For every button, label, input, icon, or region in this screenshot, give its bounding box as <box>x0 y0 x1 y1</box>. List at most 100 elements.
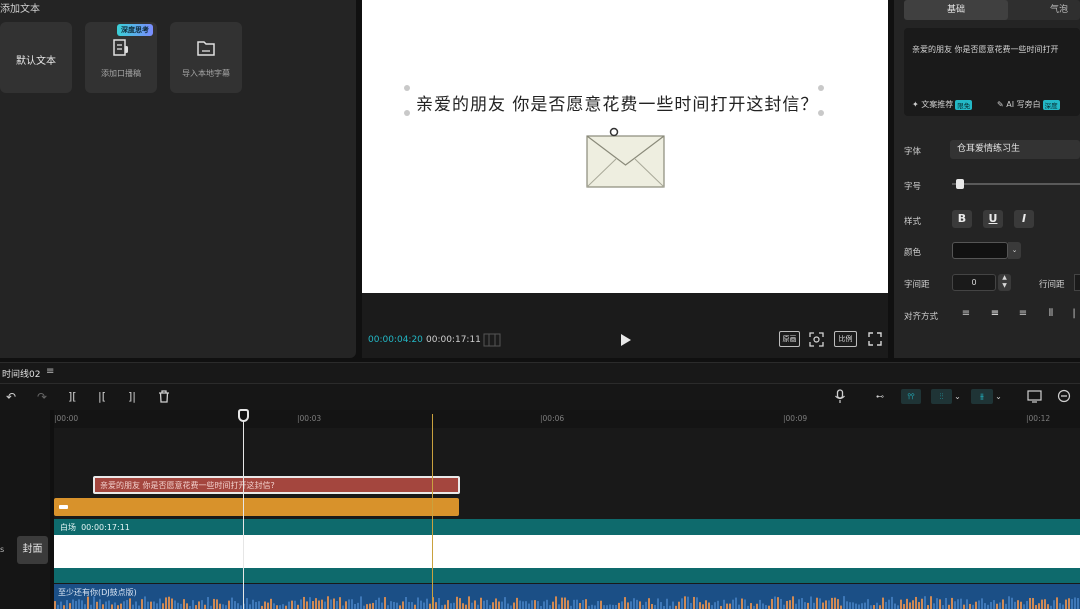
fit-view-icon[interactable] <box>808 331 825 348</box>
waveform-bar <box>1011 597 1013 609</box>
waveform-bar <box>1056 597 1058 609</box>
font-select[interactable]: 仓耳爱情练习生 <box>950 140 1080 159</box>
line-spacing-input[interactable] <box>1074 274 1080 291</box>
waveform-bar <box>621 601 623 609</box>
video-clip-duration: 00:00:17:11 <box>81 523 130 532</box>
italic-button[interactable]: I <box>1014 210 1034 228</box>
original-quality-button[interactable]: 原画 <box>779 331 800 347</box>
play-icon[interactable] <box>620 333 632 347</box>
add-script-card[interactable]: 深度思考 添加口播稿 <box>85 22 157 93</box>
color-picker[interactable] <box>952 242 1008 259</box>
waveform-bar <box>318 600 320 609</box>
waveform-bar <box>75 601 77 609</box>
grid-icon[interactable] <box>483 333 501 347</box>
waveform-bar <box>723 599 725 609</box>
waveform-bar <box>1038 603 1040 609</box>
link-icon[interactable]: ⊷ <box>871 389 889 404</box>
waveform-bar <box>561 597 563 609</box>
timeline-name[interactable]: 时间线02 <box>2 367 40 380</box>
chevron-down-icon[interactable]: ⌄ <box>994 389 1003 404</box>
default-text-card[interactable]: 默认文本 <box>0 22 72 93</box>
waveform-bar <box>759 599 761 609</box>
main-track-magnet-icon[interactable]: ⫯⫯ <box>901 389 921 404</box>
waveform-bar <box>597 601 599 609</box>
waveform-bar <box>891 596 893 609</box>
waveform-bar <box>81 600 83 609</box>
trim-right-icon[interactable]: ]| <box>128 390 136 403</box>
size-slider-thumb[interactable] <box>956 179 964 189</box>
rotate-handle-icon[interactable] <box>608 126 620 138</box>
size-slider-track[interactable] <box>952 183 1080 185</box>
waveform-bar <box>765 605 767 609</box>
cover-button[interactable]: 封面 <box>17 536 48 564</box>
snap-icon[interactable]: ⫶⫶ <box>931 389 952 404</box>
microphone-icon[interactable] <box>834 389 846 404</box>
waveform-bar <box>783 604 785 609</box>
redo-icon[interactable]: ↷ <box>37 390 47 404</box>
waveform-bar <box>936 598 938 609</box>
waveform-bar <box>690 602 692 609</box>
waveform-bar <box>237 603 239 609</box>
waveform-bar <box>93 596 95 609</box>
letter-spacing-input[interactable]: 0 <box>952 274 996 291</box>
waveform-bar <box>330 599 332 609</box>
resize-handle[interactable] <box>404 110 410 116</box>
align-right-icon[interactable]: ≡ <box>1012 306 1034 322</box>
delete-icon[interactable] <box>158 390 170 403</box>
tab-bubble[interactable]: 气泡 <box>1038 0 1080 20</box>
copy-recommend-button[interactable]: ✦ 文案推荐 限免 <box>912 99 973 110</box>
vertical-align-2-icon[interactable]: | <box>1068 306 1080 322</box>
waveform-bar <box>960 598 962 609</box>
magic-pen-icon: ✎ <box>997 100 1004 109</box>
menu-icon[interactable]: ≡ <box>46 366 54 377</box>
waveform-bar <box>546 599 548 609</box>
trim-left-icon[interactable]: |[ <box>98 390 106 403</box>
ai-narration-button[interactable]: ✎ AI 写旁白 深度 <box>997 99 1060 110</box>
current-time: 00:00:04:20 <box>368 335 423 345</box>
chevron-down-icon[interactable]: ⌄ <box>1008 242 1021 259</box>
animation-clip[interactable] <box>54 498 459 516</box>
fullscreen-icon[interactable] <box>868 332 882 346</box>
waveform-bar <box>525 601 527 609</box>
linkage-icon[interactable]: ⫵ <box>971 389 993 404</box>
waveform-bar <box>381 602 383 609</box>
timeline-tab-bar <box>0 362 1080 384</box>
waveform-bar <box>840 605 842 609</box>
chevron-down-icon[interactable]: ⌄ <box>953 389 962 404</box>
resize-handle[interactable] <box>404 85 410 91</box>
total-time: 00:00:17:11 <box>426 335 481 345</box>
waveform-bar <box>777 597 779 609</box>
waveform-bar <box>708 602 710 609</box>
tab-basic[interactable]: 基础 <box>904 0 1008 20</box>
zoom-out-icon[interactable] <box>1057 389 1071 403</box>
preview-caption-text[interactable]: 亲爱的朋友 你是否愿意花费一些时间打开这封信？ <box>416 90 820 115</box>
align-center-icon[interactable]: ≡ <box>984 306 1006 322</box>
bold-button[interactable]: B <box>952 210 972 228</box>
underline-button[interactable]: U <box>983 210 1003 228</box>
ratio-button[interactable]: 比例 <box>834 331 857 347</box>
time-ruler[interactable] <box>54 410 1080 428</box>
waveform-bar <box>630 601 632 609</box>
waveform-bar <box>390 601 392 609</box>
waveform-bar <box>735 597 737 609</box>
waveform-bar <box>822 602 824 609</box>
split-icon[interactable]: ][ <box>68 390 77 403</box>
import-subtitle-card[interactable]: 导入本地字幕 <box>170 22 242 93</box>
waveform-bar <box>678 601 680 609</box>
preview-axis-icon[interactable] <box>1027 390 1042 403</box>
stepper-icon[interactable]: ▲ ▼ <box>998 274 1011 291</box>
vertical-align-icon[interactable]: ⦀ <box>1040 306 1062 322</box>
waveform-bar <box>579 603 581 609</box>
playhead-handle[interactable] <box>238 409 249 422</box>
align-left-icon[interactable]: ≡ <box>955 306 977 322</box>
waveform-bar <box>750 603 752 609</box>
undo-icon[interactable]: ↶ <box>6 390 16 404</box>
waveform-bar <box>906 598 908 609</box>
waveform-bar <box>228 600 230 609</box>
waveform-bar <box>249 604 251 609</box>
waveform-bar <box>795 603 797 609</box>
playhead-line[interactable] <box>243 410 244 609</box>
sparkle-icon: ✦ <box>912 100 919 109</box>
waveform-bar <box>606 605 608 609</box>
waveform-bar <box>507 603 509 609</box>
